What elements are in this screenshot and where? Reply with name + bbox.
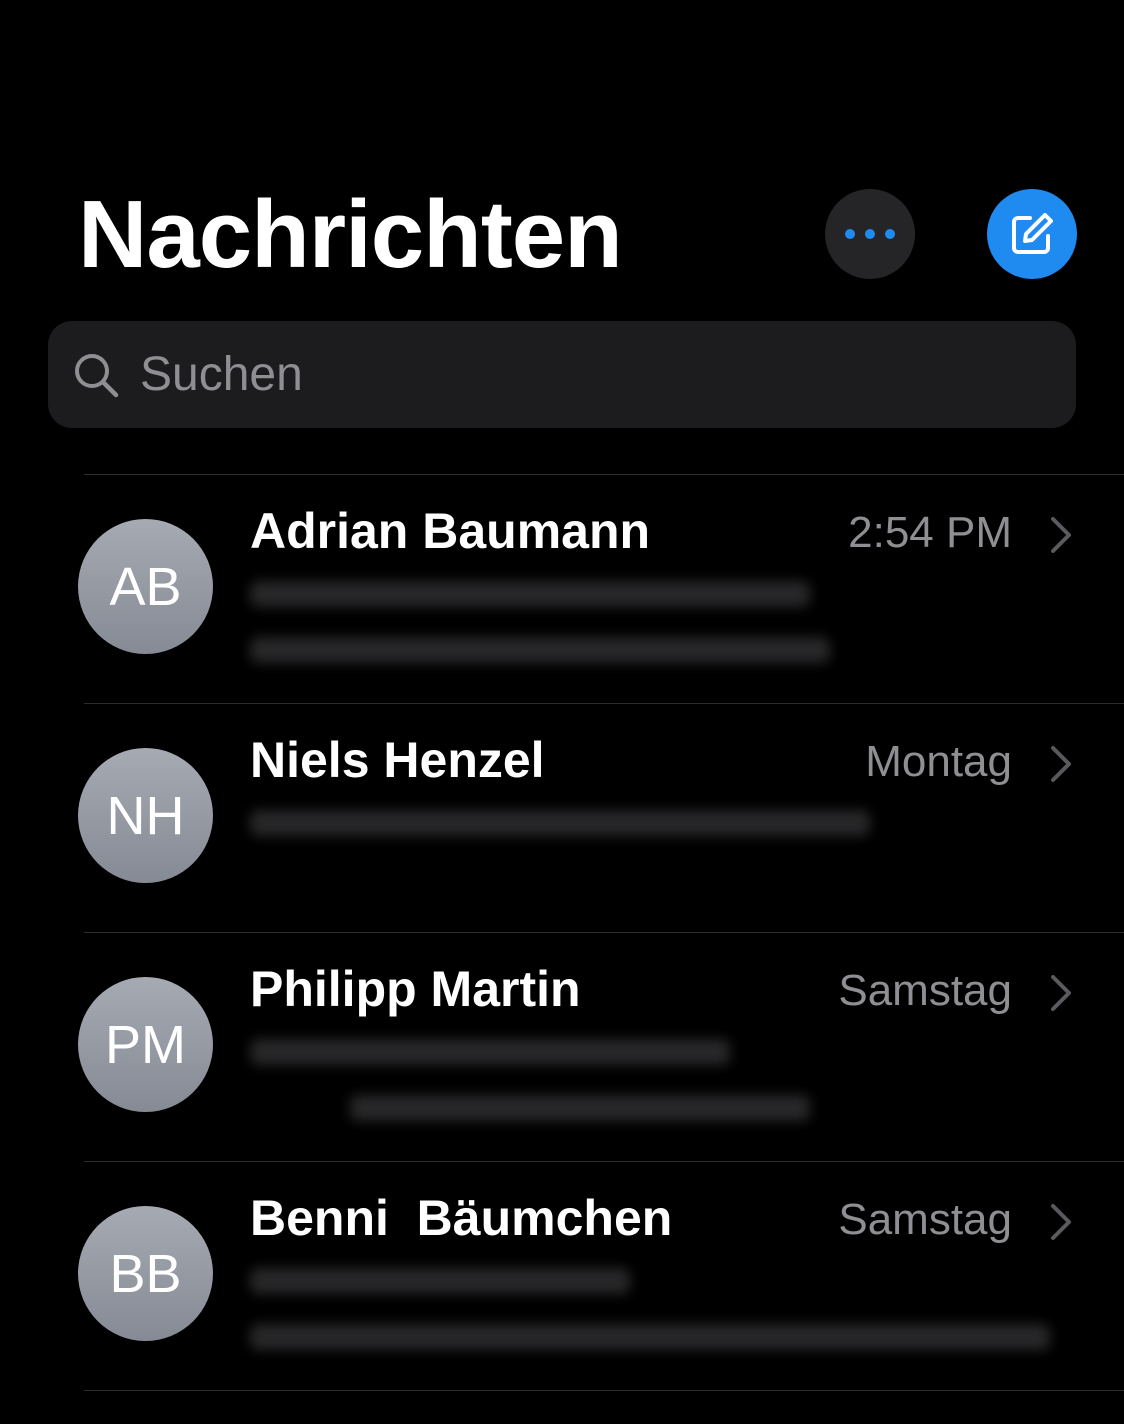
avatar: BB (78, 1206, 213, 1341)
compose-icon (1012, 213, 1053, 254)
chevron-right-icon (1046, 973, 1076, 1013)
timestamp: Montag (865, 737, 1012, 786)
chevron-right-icon (1046, 744, 1076, 784)
contact-name: Adrian Baumann (250, 503, 651, 559)
timestamp: Samstag (838, 966, 1012, 1015)
chevron-right-icon (1046, 515, 1076, 555)
chevron-right-icon (1046, 1202, 1076, 1242)
contact-name: Niels Henzel (250, 732, 545, 788)
timestamp: Samstag (838, 1195, 1012, 1244)
more-button[interactable] (825, 189, 915, 279)
message-preview (250, 1254, 1080, 1366)
conversation-row[interactable]: AB Adrian Baumann 2:54 PM (0, 475, 1124, 703)
avatar: PM (78, 977, 213, 1112)
avatar: AB (78, 519, 213, 654)
avatar-initials: AB (109, 556, 182, 617)
contact-name: Benni Bäumchen (250, 1190, 673, 1246)
message-preview (250, 567, 1080, 679)
search-bar[interactable] (48, 321, 1076, 428)
compose-button[interactable] (987, 189, 1077, 279)
conversation-row[interactable]: NH Niels Henzel Montag (0, 704, 1124, 932)
divider (84, 1390, 1124, 1391)
avatar-initials: BB (109, 1243, 182, 1304)
search-input[interactable] (138, 338, 1022, 411)
timestamp: 2:54 PM (848, 508, 1012, 557)
page-title: Nachrichten (78, 181, 623, 288)
search-icon (70, 349, 122, 401)
avatar-initials: NH (106, 785, 185, 846)
conversation-row[interactable]: PM Philipp Martin Samstag (0, 933, 1124, 1161)
ellipsis-icon (845, 229, 895, 239)
avatar-initials: PM (105, 1014, 186, 1075)
avatar: NH (78, 748, 213, 883)
message-preview (250, 796, 1080, 908)
contact-name: Philipp Martin (250, 961, 581, 1017)
conversation-row[interactable]: BB Benni Bäumchen Samstag (0, 1162, 1124, 1390)
header: Nachrichten (0, 0, 1124, 300)
message-preview (250, 1025, 1080, 1137)
